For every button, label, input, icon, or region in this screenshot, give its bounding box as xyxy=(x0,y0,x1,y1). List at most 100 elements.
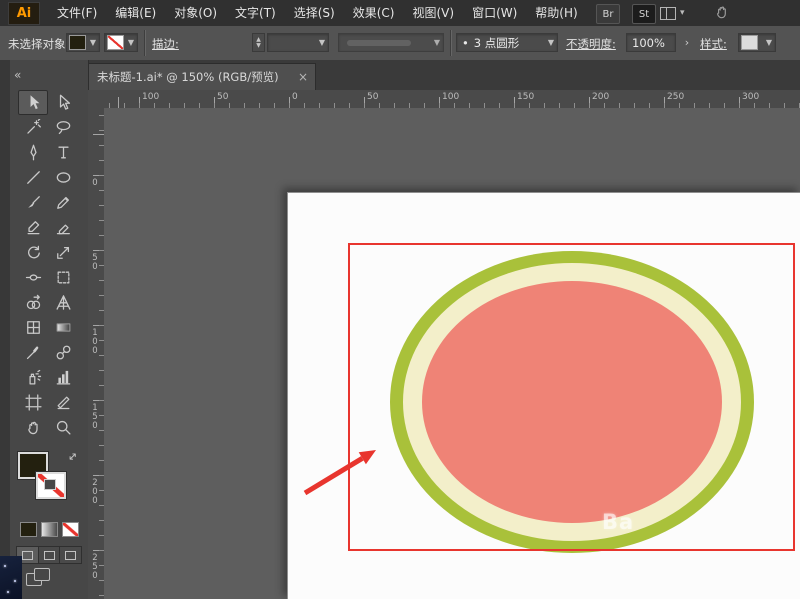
h-ruler-label: 200 xyxy=(592,92,609,102)
menu-items: 文件(F)编辑(E)对象(O)文字(T)选择(S)效果(C)视图(V)窗口(W)… xyxy=(48,0,587,26)
share-hand-icon[interactable] xyxy=(714,4,732,22)
stroke-weight-stepper[interactable]: ▲ ▼ xyxy=(252,33,265,52)
zoom-icon xyxy=(55,419,72,436)
tool-slice[interactable] xyxy=(48,390,78,415)
tool-rotate[interactable] xyxy=(18,240,48,265)
stroke-color-swatch[interactable] xyxy=(36,472,66,499)
chevron-down-icon: ▼ xyxy=(763,38,775,47)
h-ruler-label: 250 xyxy=(667,92,684,102)
tool-selection[interactable] xyxy=(18,90,48,115)
perspective-grid-icon xyxy=(55,294,72,311)
v-ruler-label: 150 xyxy=(90,403,100,430)
column-graph-icon xyxy=(55,369,72,386)
tool-gradient[interactable] xyxy=(48,315,78,340)
tool-direct-selection[interactable] xyxy=(48,90,78,115)
tool-width[interactable] xyxy=(18,265,48,290)
tool-line-segment[interactable] xyxy=(18,165,48,190)
gradient-mode-button[interactable] xyxy=(41,522,58,537)
bridge-icon[interactable]: Br xyxy=(596,4,620,24)
menu-item-5[interactable]: 选择(S) xyxy=(285,0,344,26)
draw-inside-button[interactable] xyxy=(60,547,81,563)
v-ruler-label: 250 xyxy=(90,553,100,580)
opacity-input[interactable]: 100% xyxy=(626,33,676,52)
draw-behind-button[interactable] xyxy=(39,547,61,563)
blend-icon xyxy=(55,344,72,361)
opacity-label[interactable]: 不透明度: xyxy=(566,36,616,52)
menu-item-8[interactable]: 窗口(W) xyxy=(463,0,526,26)
tool-hand[interactable] xyxy=(18,415,48,440)
tool-dock: « ↔ xyxy=(0,60,88,599)
tool-eraser[interactable] xyxy=(48,215,78,240)
menu-item-9[interactable]: 帮助(H) xyxy=(526,0,586,26)
menu-item-4[interactable]: 文字(T) xyxy=(226,0,285,26)
free-transform-icon xyxy=(55,269,72,286)
h-ruler-label: 150 xyxy=(517,92,534,102)
v-ruler-label: 50 xyxy=(90,253,100,271)
pencil-icon xyxy=(55,194,72,211)
tool-eyedropper[interactable] xyxy=(18,340,48,365)
tool-free-transform[interactable] xyxy=(48,265,78,290)
brush-definition-dropdown[interactable]: • 3 点圆形 ▼ xyxy=(456,33,558,52)
fill-swatch-icon xyxy=(69,35,86,50)
document-tab[interactable]: 未标题-1.ai* @ 150% (RGB/预览) × xyxy=(88,63,316,90)
h-ruler-label: 100 xyxy=(142,92,159,102)
stroke-color-dropdown[interactable]: ▼ xyxy=(104,33,138,52)
tool-magic-wand[interactable] xyxy=(18,115,48,140)
horizontal-ruler: 10050050100150200250300 xyxy=(104,90,800,109)
stock-icon[interactable]: St xyxy=(632,4,656,24)
v-ruler-label: 100 xyxy=(90,328,100,355)
tool-symbol-sprayer[interactable] xyxy=(18,365,48,390)
h-ruler-label: 50 xyxy=(367,92,378,102)
tool-perspective-grid[interactable] xyxy=(48,290,78,315)
menu-item-6[interactable]: 效果(C) xyxy=(344,0,404,26)
tools-grid xyxy=(18,90,78,440)
swap-fill-stroke-icon[interactable]: ↔ xyxy=(65,449,81,465)
stroke-weight-combo[interactable]: ▼ xyxy=(267,33,329,52)
document-tab-bar: 未标题-1.ai* @ 150% (RGB/预览) × xyxy=(0,60,800,91)
tool-pencil[interactable] xyxy=(48,190,78,215)
workspace-switcher[interactable]: ▾ xyxy=(660,6,690,20)
chevron-down-icon: ▼ xyxy=(545,38,557,47)
eraser-icon xyxy=(55,219,72,236)
tool-artboard[interactable] xyxy=(18,390,48,415)
divider xyxy=(144,30,146,56)
tool-shape-builder[interactable] xyxy=(18,290,48,315)
tool-blend[interactable] xyxy=(48,340,78,365)
collapse-panel-button[interactable]: « xyxy=(14,68,21,82)
color-mode-button[interactable] xyxy=(20,522,37,537)
tool-blob-brush[interactable] xyxy=(18,215,48,240)
tool-pen[interactable] xyxy=(18,140,48,165)
app-logo: Ai xyxy=(8,2,40,25)
menu-item-1[interactable]: 文件(F) xyxy=(48,0,106,26)
none-mode-button[interactable] xyxy=(62,522,79,537)
tool-mesh[interactable] xyxy=(18,315,48,340)
menu-item-2[interactable]: 编辑(E) xyxy=(106,0,165,26)
fill-color-dropdown[interactable]: ▼ xyxy=(66,33,100,52)
chevron-down-icon: ▼ xyxy=(87,38,99,47)
control-bar: 未选择对象 ▼ ▼ 描边: ▲ ▼ ▼ ▼ • 3 点圆形 ▼ 不透明度: xyxy=(0,26,800,61)
menu-item-7[interactable]: 视图(V) xyxy=(403,0,463,26)
tool-column-graph[interactable] xyxy=(48,365,78,390)
close-icon[interactable]: × xyxy=(291,70,315,84)
no-selection-label: 未选择对象 xyxy=(8,36,66,52)
tool-type[interactable] xyxy=(48,140,78,165)
divider xyxy=(450,30,452,56)
expand-arrow-button[interactable]: › xyxy=(680,33,694,52)
artboard-icon xyxy=(25,394,42,411)
tool-scale[interactable] xyxy=(48,240,78,265)
style-dropdown[interactable]: ▼ xyxy=(738,33,776,52)
width-profile-dropdown[interactable]: ▼ xyxy=(338,33,444,52)
lasso-icon xyxy=(55,119,72,136)
menu-item-3[interactable]: 对象(O) xyxy=(165,0,226,26)
paintbrush-icon xyxy=(25,194,42,211)
stroke-weight-label[interactable]: 描边: xyxy=(152,36,179,52)
chevron-down-icon: ▼ xyxy=(316,38,328,47)
canvas-area[interactable]: Ba xyxy=(104,108,800,599)
tool-paintbrush[interactable] xyxy=(18,190,48,215)
tool-lasso[interactable] xyxy=(48,115,78,140)
h-ruler-label: 300 xyxy=(742,92,759,102)
tool-ellipse[interactable] xyxy=(48,165,78,190)
tool-zoom[interactable] xyxy=(48,415,78,440)
screen-mode-button[interactable] xyxy=(26,568,52,586)
style-label[interactable]: 样式: xyxy=(700,36,727,52)
